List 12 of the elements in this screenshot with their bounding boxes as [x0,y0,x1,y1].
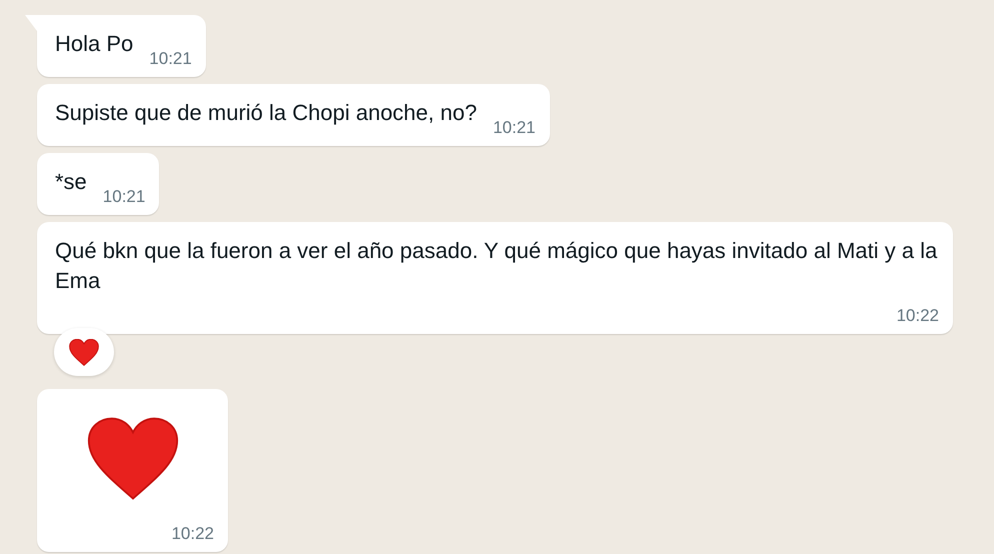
message-time: 10:22 [896,306,939,326]
message-time: 10:21 [149,49,192,69]
heart-icon [86,417,178,501]
message-text: Supiste que de murió la Chopi anoche, no? [55,99,477,127]
message-time: 10:22 [171,524,214,544]
message-text: *se [55,168,87,196]
reaction-pill[interactable] [54,328,114,376]
message-time: 10:21 [492,118,536,138]
message-text: Qué bkn que la fueron a ver el año pasado. Y qué mágico que hayas invitado al Mati y a la Ema [55,237,938,295]
heart-icon [69,338,99,366]
message-text: Hola Po [55,30,134,58]
message-time: 10:21 [102,187,146,207]
